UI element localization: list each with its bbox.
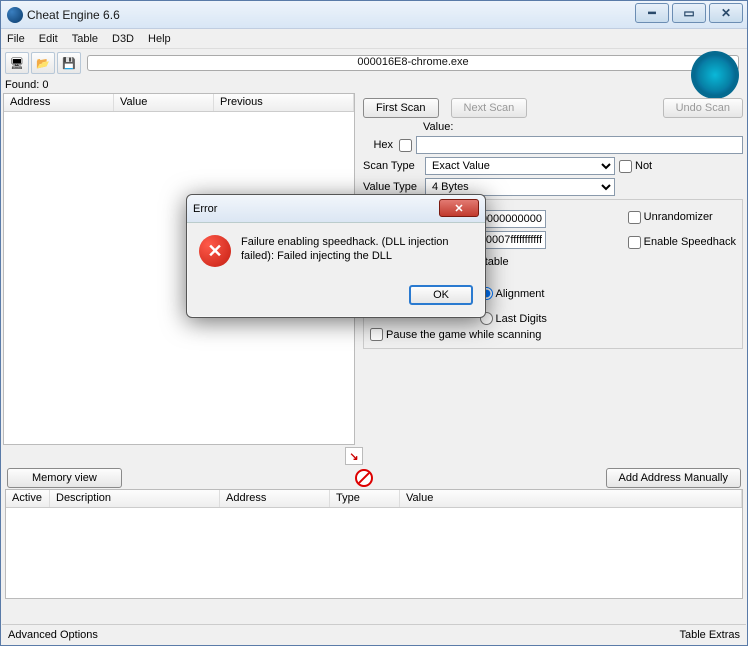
menu-d3d[interactable]: D3D xyxy=(112,33,134,45)
dialog-close-button[interactable]: ✕ xyxy=(439,199,479,217)
found-count: Found: 0 xyxy=(1,77,747,93)
col2-type[interactable]: Type xyxy=(330,490,400,507)
value-input[interactable] xyxy=(416,136,743,154)
titlebar[interactable]: Cheat Engine 6.6 ━ ▭ ✕ xyxy=(1,1,747,29)
col2-address[interactable]: Address xyxy=(220,490,330,507)
maximize-button[interactable]: ▭ xyxy=(672,3,706,23)
add-address-manually-button[interactable]: Add Address Manually xyxy=(606,468,741,488)
statusbar: Advanced Options Table Extras xyxy=(2,624,746,644)
col-address[interactable]: Address xyxy=(4,94,114,111)
computer-icon: 🖥 xyxy=(10,57,24,70)
value-type-label: Value Type xyxy=(363,181,419,193)
col2-value[interactable]: Value xyxy=(400,490,742,507)
no-icon xyxy=(355,469,373,487)
process-name: 000016E8-chrome.exe xyxy=(357,56,468,68)
col-value[interactable]: Value xyxy=(114,94,214,111)
value-label: Value: xyxy=(423,121,453,133)
unrandomizer-checkbox[interactable] xyxy=(628,211,641,224)
memory-view-button[interactable]: Memory view xyxy=(7,468,122,488)
add-to-list-button[interactable]: ↘ xyxy=(345,447,363,465)
next-scan-button: Next Scan xyxy=(451,98,528,118)
speedhack-checkbox[interactable] xyxy=(628,236,641,249)
close-button[interactable]: ✕ xyxy=(709,3,743,23)
open-file-button[interactable]: 📂 xyxy=(31,52,55,74)
col-previous[interactable]: Previous xyxy=(214,94,354,111)
scan-type-label: Scan Type xyxy=(363,160,419,172)
col2-active[interactable]: Active xyxy=(6,490,50,507)
error-icon: ✕ xyxy=(199,235,231,267)
save-button[interactable]: 💾 xyxy=(57,52,81,74)
toolbar: 🖥 📂 💾 000016E8-chrome.exe xyxy=(1,49,747,77)
window-title: Cheat Engine 6.6 xyxy=(27,8,120,22)
undo-scan-button: Undo Scan xyxy=(663,98,743,118)
gear-icon xyxy=(691,51,739,99)
table-extras[interactable]: Table Extras xyxy=(679,629,740,641)
progress-bar: 000016E8-chrome.exe xyxy=(87,55,739,71)
main-window: Cheat Engine 6.6 ━ ▭ ✕ File Edit Table D… xyxy=(0,0,748,646)
error-dialog: Error ✕ ✕ Failure enabling speedhack. (D… xyxy=(186,194,486,318)
folder-open-icon: 📂 xyxy=(36,57,50,70)
dialog-titlebar[interactable]: Error ✕ xyxy=(187,195,485,223)
minimize-button[interactable]: ━ xyxy=(635,3,669,23)
hex-checkbox[interactable] xyxy=(399,139,412,152)
not-checkbox[interactable] xyxy=(619,160,632,173)
open-process-button[interactable]: 🖥 xyxy=(5,52,29,74)
app-icon xyxy=(7,7,23,23)
scan-type-select[interactable]: Exact Value xyxy=(425,157,615,175)
dialog-message: Failure enabling speedhack. (DLL injecti… xyxy=(241,235,473,267)
pause-checkbox[interactable] xyxy=(370,328,383,341)
col2-description[interactable]: Description xyxy=(50,490,220,507)
dialog-ok-button[interactable]: OK xyxy=(409,285,473,305)
first-scan-button[interactable]: First Scan xyxy=(363,98,439,118)
advanced-options[interactable]: Advanced Options xyxy=(8,629,98,641)
menu-help[interactable]: Help xyxy=(148,33,171,45)
menubar: File Edit Table D3D Help xyxy=(1,29,747,49)
menu-edit[interactable]: Edit xyxy=(39,33,58,45)
dialog-title: Error xyxy=(193,203,217,215)
menu-table[interactable]: Table xyxy=(72,33,98,45)
menu-file[interactable]: File xyxy=(7,33,25,45)
address-table[interactable]: Active Description Address Type Value xyxy=(5,489,743,599)
floppy-icon: 💾 xyxy=(62,57,76,70)
results-header: Address Value Previous xyxy=(4,94,354,112)
hex-label: Hex xyxy=(363,139,393,151)
